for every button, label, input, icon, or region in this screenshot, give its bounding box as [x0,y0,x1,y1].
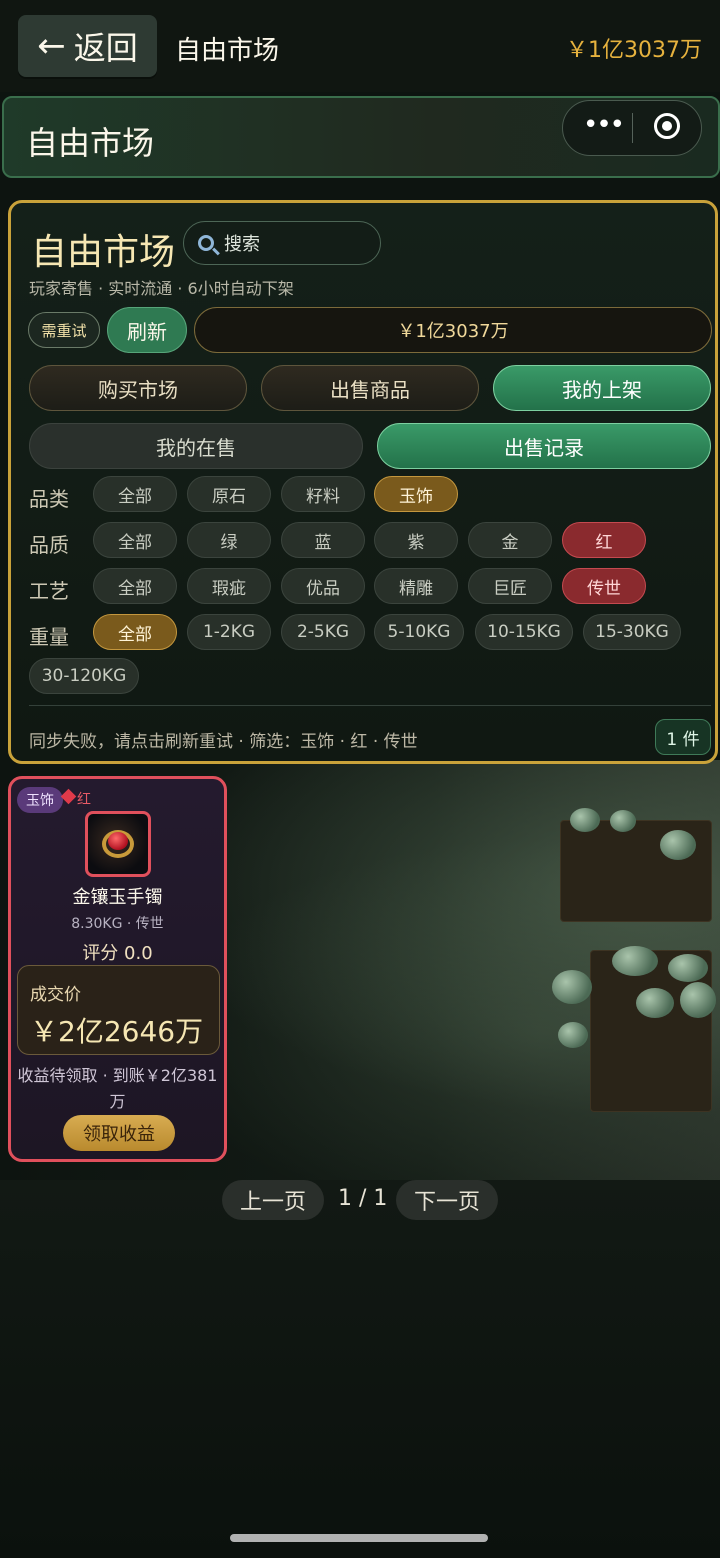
filter-label-quality: 品质 [29,533,69,557]
item-score: 评分 0.0 [82,943,153,964]
tab-my-listings[interactable]: 我的上架 [493,365,711,411]
quality-tag: 红 [77,792,91,808]
chip-quality-blue[interactable]: 蓝 [281,522,365,558]
chip-weight-all[interactable]: 全部 [93,614,177,650]
filter-label-craft: 工艺 [29,579,69,603]
jade-stone [552,970,592,1004]
tab-buy-market[interactable]: 购买市场 [29,365,247,411]
chip-weight-30-120[interactable]: 30-120KG [29,658,139,694]
chip-category-seed[interactable]: 籽料 [281,476,365,512]
chip-weight-10-15[interactable]: 10-15KG [475,614,573,650]
chip-craft-master[interactable]: 巨匠 [468,568,552,604]
jade-stone [636,988,674,1018]
home-indicator [230,1534,488,1542]
chip-category-all[interactable]: 全部 [93,476,177,512]
gem-icon [108,832,128,850]
search-input[interactable]: 搜索 [183,221,381,265]
top-bar: ← 返回 自由市场 ￥1亿3037万 [0,0,720,92]
chip-quality-green[interactable]: 绿 [187,522,271,558]
navbar-title: 自由市场 [26,124,155,162]
jade-stone [558,1022,588,1048]
chip-craft-heirloom[interactable]: 传世 [562,568,646,604]
jade-stone [668,954,708,982]
prev-page-button[interactable]: 上一页 [222,1180,324,1220]
mini-program-navbar: 自由市场 ••• [2,96,720,178]
refresh-button[interactable]: 刷新 [107,307,187,353]
chip-craft-all[interactable]: 全部 [93,568,177,604]
category-tag: 玉饰 [17,787,63,813]
chip-category-raw[interactable]: 原石 [187,476,271,512]
chip-craft-fine[interactable]: 优品 [281,568,365,604]
settlement-text: 收益待领取 · 到账￥2亿381万 [17,1066,218,1111]
jade-stone [612,946,658,976]
panel-title: 自由市场 [31,232,176,273]
chip-category-jade[interactable]: 玉饰 [374,476,458,512]
item-meta: 8.30KG · 传世 [71,916,164,932]
capsule-menu: ••• [562,100,702,156]
chip-quality-gold[interactable]: 金 [468,522,552,558]
top-title: 自由市场 [175,36,280,66]
tab-on-sale[interactable]: 我的在售 [29,423,363,469]
page-indicator: 1 / 1 [338,1186,388,1211]
chip-weight-5-10[interactable]: 5-10KG [374,614,464,650]
top-balance: ￥1亿3037万 [566,38,702,63]
retry-badge: 需重试 [28,312,100,348]
jade-stone [610,810,636,832]
more-dots-icon[interactable]: ••• [583,112,625,141]
background-lower [0,1180,720,1558]
chip-craft-carved[interactable]: 精雕 [374,568,458,604]
claim-earnings-button[interactable]: 领取收益 [63,1115,175,1151]
chip-quality-purple[interactable]: 紫 [374,522,458,558]
price-box: 成交价 ￥2亿2646万 [17,965,220,1055]
back-button[interactable]: ← 返回 [18,15,157,77]
chip-craft-flawed[interactable]: 瑕疵 [187,568,271,604]
capsule-divider [632,113,633,143]
panel-divider [29,705,711,706]
chip-quality-red[interactable]: 红 [562,522,646,558]
back-label: 返回 [73,29,138,67]
balance-display: ￥1亿3037万 [194,307,712,353]
chip-weight-15-30[interactable]: 15-30KG [583,614,681,650]
filter-label-weight: 重量 [29,625,69,649]
next-page-button[interactable]: 下一页 [396,1180,498,1220]
item-image [85,811,151,877]
tab-sales-history[interactable]: 出售记录 [377,423,711,469]
chip-weight-1-2[interactable]: 1-2KG [187,614,271,650]
tab-sell-items[interactable]: 出售商品 [261,365,479,411]
sale-record-card[interactable]: 玉饰 红 金镶玉手镯 8.30KG · 传世 评分 0.0 成交价 ￥2亿264… [8,776,227,1162]
item-name: 金镶玉手镯 [72,887,163,908]
panel-subtitle: 玩家寄售 · 实时流通 · 6小时自动下架 [29,279,294,298]
target-icon[interactable] [654,113,680,139]
jade-stone [570,808,600,832]
search-icon [198,235,214,251]
result-count-badge: 1 件 [655,719,711,755]
chip-quality-all[interactable]: 全部 [93,522,177,558]
search-placeholder: 搜索 [224,234,260,255]
sync-status-text: 同步失败，请点击刷新重试 · 筛选：玉饰 · 红 · 传世 [29,732,418,752]
price-value: ￥2亿2646万 [30,1015,204,1048]
diamond-icon [60,788,77,805]
market-panel: 自由市场 搜索 玩家寄售 · 实时流通 · 6小时自动下架 需重试 刷新 ￥1亿… [8,200,718,764]
price-label: 成交价 [30,985,81,1005]
filter-label-category: 品类 [29,487,69,511]
chip-weight-2-5[interactable]: 2-5KG [281,614,365,650]
arrow-left-icon: ← [37,26,66,66]
jade-stone [660,830,696,860]
jade-stone [680,982,716,1018]
